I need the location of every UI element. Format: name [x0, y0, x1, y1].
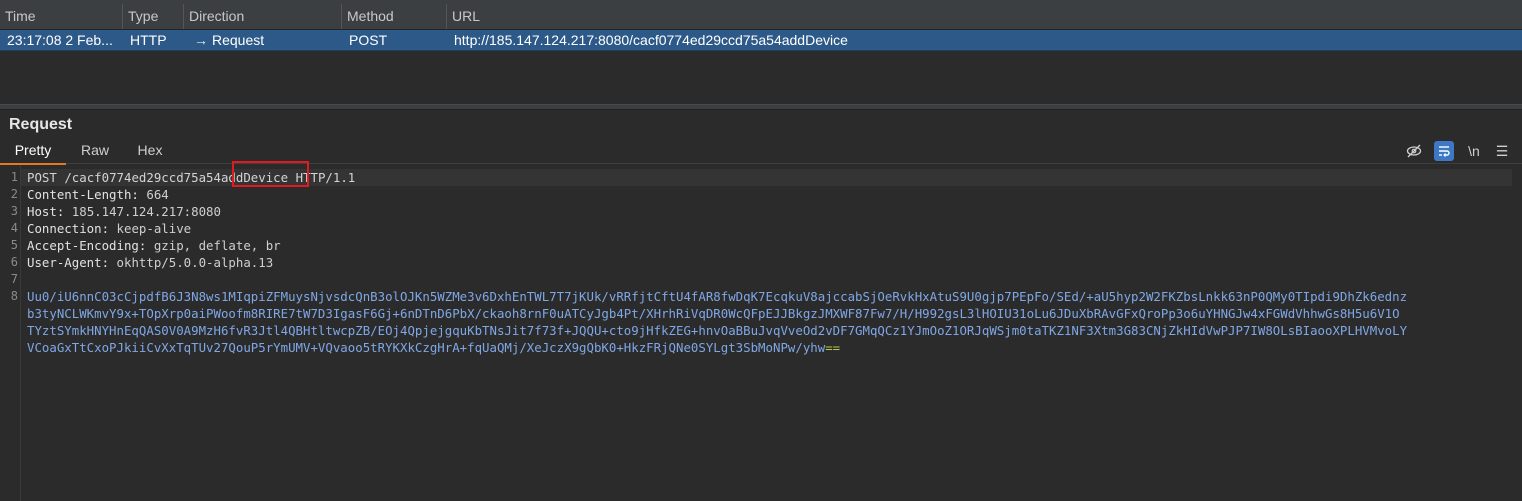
header-name: Accept-Encoding: [27, 238, 147, 253]
header-value: keep-alive [116, 221, 192, 236]
body-line: Uu0/iU6nnC03cCjpdfB6J3N8ws1MIqpiZFMuysNj… [27, 289, 1408, 304]
column-header-time[interactable]: Time [0, 4, 123, 29]
line-number: 4 [10, 221, 18, 235]
line-number: 1 [10, 170, 18, 184]
annotation-highlight-box [232, 161, 309, 187]
header-name: Host: [27, 204, 65, 219]
cell-method: POST [349, 32, 388, 48]
table-header: Time Type Direction Method URL [0, 4, 1522, 30]
request-history-table: Time Type Direction Method URL 23:17:08 … [0, 0, 1522, 104]
header-value: 185.147.124.217:8080 [71, 204, 221, 219]
column-header-url[interactable]: URL [447, 4, 1522, 29]
header-line: User-Agent: okhttp/5.0.0-alpha.13 [27, 254, 273, 271]
view-tabs: Pretty Raw Hex [0, 138, 1522, 165]
body-line: b3tyNCLWKmvY9x+TOpXrp0aiPWoofm8RIRE7tW7D… [27, 306, 1400, 321]
hide-eye-icon[interactable] [1404, 141, 1424, 161]
request-path: /cacf0774ed29ccd75a54 [64, 170, 221, 185]
column-header-direction[interactable]: Direction [184, 4, 342, 29]
line-number: 6 [10, 255, 18, 269]
base64-padding: == [825, 340, 841, 355]
cell-time: 23:17:08 2 Feb... [7, 32, 113, 48]
word-wrap-icon[interactable] [1434, 141, 1454, 161]
request-editor[interactable]: 1 2 3 4 5 6 7 8 POST /cacf0774ed29ccd75a… [0, 165, 1522, 501]
tab-pretty[interactable]: Pretty [0, 138, 66, 165]
cell-url: http://185.147.124.217:8080/cacf0774ed29… [454, 32, 848, 48]
header-line: Content-Length: 664 [27, 186, 169, 203]
column-header-type[interactable]: Type [123, 4, 184, 29]
header-line: Connection: keep-alive [27, 220, 191, 237]
header-value: okhttp/5.0.0-alpha.13 [116, 255, 274, 270]
tab-hex[interactable]: Hex [124, 138, 176, 163]
body-line: TYztSYmkHNYHnEqQAS0V0A9MzH6fvR3Jtl4QBHtl… [27, 323, 1408, 338]
body-line-last: VCoaGxTtCxoPJkiiCvXxTqTUv27QouP5rYmUMV+V… [27, 339, 840, 356]
header-line: Host: 185.147.124.217:8080 [27, 203, 221, 220]
arrow-right-icon: → [194, 32, 208, 48]
newline-toggle-button[interactable]: \n [1464, 141, 1484, 161]
header-line: Accept-Encoding: gzip, deflate, br [27, 237, 281, 254]
line-number: 3 [10, 204, 18, 218]
direction-label: Request [212, 32, 265, 48]
line-number: 5 [10, 238, 18, 252]
header-name: User-Agent: [27, 255, 110, 270]
header-name: Content-Length: [27, 187, 139, 202]
tab-raw[interactable]: Raw [66, 138, 124, 163]
cell-direction: → Request [184, 30, 342, 50]
line-number-gutter: 1 2 3 4 5 6 7 8 [0, 165, 21, 501]
line-number: 8 [10, 289, 18, 303]
line-number: 7 [10, 272, 18, 286]
body-text: VCoaGxTtCxoPJkiiCvXxTqTUv27QouP5rYmUMV+V… [27, 340, 826, 355]
table-row[interactable]: 23:17:08 2 Feb... HTTP → Request POST htt… [0, 30, 1522, 51]
line-number: 2 [10, 187, 18, 201]
cell-type: HTTP [130, 32, 167, 48]
column-header-method[interactable]: Method [342, 4, 447, 29]
header-value: gzip, deflate, br [153, 238, 281, 253]
request-method: POST [27, 170, 57, 185]
header-value: 664 [146, 187, 169, 202]
request-panel: Request Pretty Raw Hex \n ☰ 1 2 3 4 5 6 … [0, 110, 1522, 501]
panel-title: Request [9, 116, 73, 133]
header-name: Connection: [27, 221, 110, 236]
hamburger-menu-icon[interactable]: ☰ [1492, 141, 1512, 161]
